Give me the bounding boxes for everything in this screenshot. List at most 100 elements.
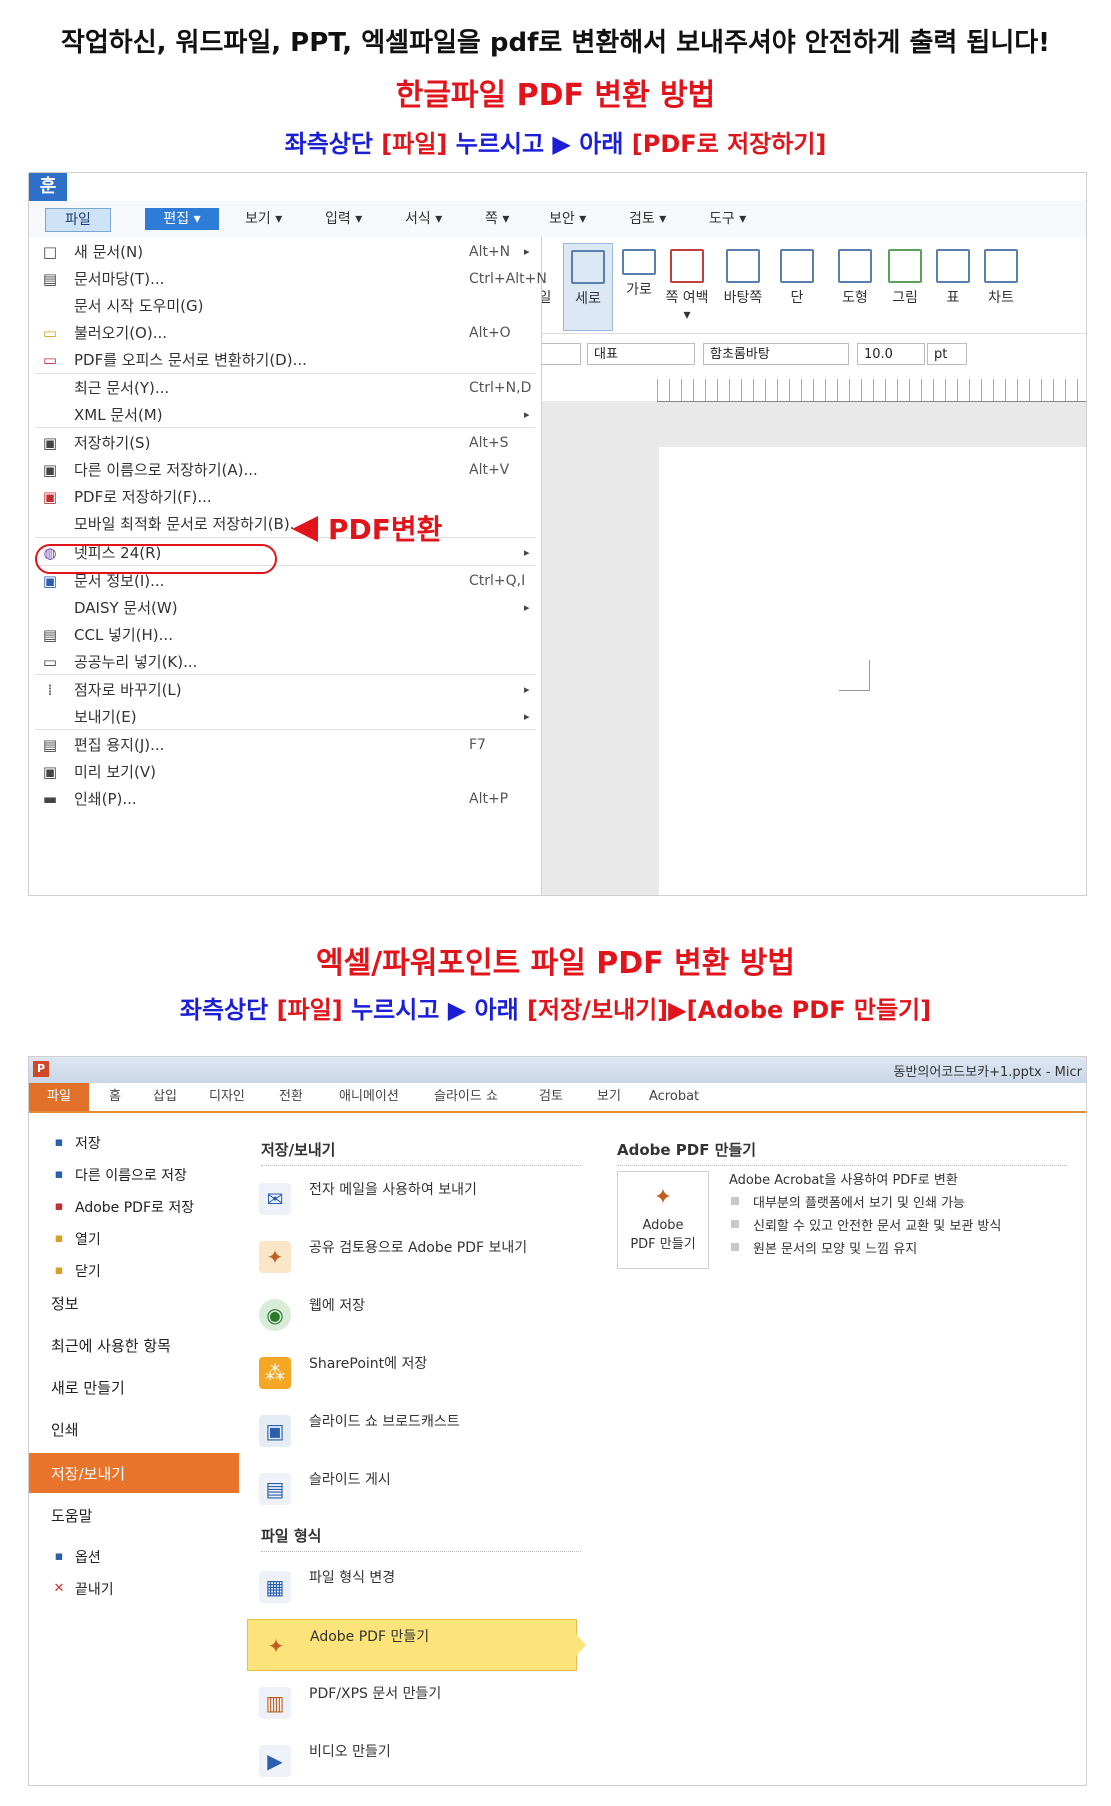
nav-open[interactable]: ▪ 열기 bbox=[29, 1229, 239, 1251]
menu-templates[interactable]: ▤ 문서마당(T)... Ctrl+Alt+N bbox=[29, 264, 547, 294]
change-type-icon: ▦ bbox=[259, 1571, 291, 1603]
ribbon-label: 단 bbox=[790, 290, 804, 306]
option-save-web[interactable]: ◉ 웹에 저장 bbox=[247, 1289, 577, 1341]
menu-pdf-to-office[interactable]: ▭ PDF를 오피스 문서로 변환하기(D)... bbox=[29, 345, 541, 375]
adobe-pdf-description: Adobe Acrobat을 사용하여 PDF로 변환 대부분의 플랫폼에서 보… bbox=[729, 1169, 1079, 1257]
menu-kogl[interactable]: ▭ 공공누리 넣기(K)... bbox=[29, 647, 541, 677]
hwp-menu-format[interactable]: 서식 ▾ bbox=[405, 208, 442, 230]
option-send-adobe-review[interactable]: ✦ 공유 검토용으로 Adobe PDF 보내기 bbox=[247, 1231, 577, 1283]
menu-label: 점자로 바꾸기(L) bbox=[74, 681, 182, 699]
ppt-screenshot: P 동반의어코드보카+1.pptx - Micr 파일 홈 삽입 디자인 전환 … bbox=[28, 1056, 1087, 1786]
ribbon-column-button[interactable]: 단 bbox=[773, 243, 821, 329]
ribbon-shape-button[interactable]: 도형 bbox=[831, 243, 879, 329]
menu-label: CCL 넣기(H)... bbox=[74, 626, 173, 644]
ribbon-table-button[interactable]: 표 bbox=[929, 243, 977, 329]
ribbon-landscape-button[interactable]: 가로 bbox=[615, 243, 663, 329]
hwp-menu-edit[interactable]: 편집 ▾ bbox=[145, 208, 219, 230]
ppt-tab-acrobat[interactable]: Acrobat bbox=[649, 1083, 699, 1111]
section-divider bbox=[617, 1165, 1067, 1167]
ribbon-portrait-button[interactable]: 세로 bbox=[563, 243, 613, 331]
nav-recent[interactable]: 최근에 사용한 항목 bbox=[29, 1335, 239, 1363]
menu-save[interactable]: ▣ 저장하기(S) Alt+S bbox=[29, 428, 541, 458]
sharepoint-icon: ⁂ bbox=[259, 1357, 291, 1389]
menu-braille[interactable]: ⁞ 점자로 바꾸기(L) ▸ bbox=[29, 675, 541, 705]
partial-combo[interactable] bbox=[541, 343, 581, 365]
menu-save-as-pdf[interactable]: ▣ PDF로 저장하기(F)... bbox=[29, 482, 541, 512]
nav-new[interactable]: 새로 만들기 bbox=[29, 1377, 239, 1405]
menu-page-setup[interactable]: ▤ 편집 용지(J)... F7 bbox=[29, 730, 541, 760]
nav-close[interactable]: ▪ 닫기 bbox=[29, 1261, 239, 1283]
hwp-menu-insert[interactable]: 입력 ▾ bbox=[325, 208, 362, 230]
menu-shortcut: Alt+N bbox=[469, 244, 511, 260]
nav-save-adobe-pdf[interactable]: ▪ Adobe PDF로 저장 bbox=[29, 1197, 239, 1219]
style-combo[interactable]: 대표 bbox=[587, 343, 695, 365]
ppt-tab-animations[interactable]: 애니메이션 bbox=[339, 1083, 399, 1111]
menu-export[interactable]: 보내기(E) ▸ bbox=[29, 702, 541, 732]
hwp-menu-security[interactable]: 보안 ▾ bbox=[549, 208, 586, 230]
option-publish-slides[interactable]: ▤ 슬라이드 게시 bbox=[247, 1463, 577, 1515]
option-broadcast[interactable]: ▣ 슬라이드 쇼 브로드캐스트 bbox=[247, 1405, 577, 1457]
menu-daisy[interactable]: DAISY 문서(W) ▸ bbox=[29, 593, 541, 623]
nav-label: 옵션 bbox=[75, 1550, 101, 1566]
ppt-tab-transitions[interactable]: 전환 bbox=[279, 1083, 303, 1111]
submenu-arrow-icon: ▸ bbox=[524, 245, 530, 258]
masterpage-icon bbox=[726, 249, 760, 283]
ppt-tab-home[interactable]: 홈 bbox=[109, 1083, 121, 1111]
ppt-tab-slideshow[interactable]: 슬라이드 쇼 bbox=[434, 1083, 498, 1111]
menu-new-document[interactable]: □ 새 문서(N) Alt+N ▸ bbox=[29, 237, 541, 267]
option-create-adobe-pdf[interactable]: ✦ Adobe PDF 만들기 bbox=[247, 1619, 586, 1671]
ppt-tab-insert[interactable]: 삽입 bbox=[153, 1083, 177, 1111]
submenu-arrow-icon: ▸ bbox=[524, 683, 530, 696]
button-label-line2: PDF 만들기 bbox=[630, 1237, 696, 1252]
nav-save-as[interactable]: ▪ 다른 이름으로 저장 bbox=[29, 1165, 239, 1187]
option-send-email[interactable]: ✉ 전자 메일을 사용하여 보내기 bbox=[247, 1173, 577, 1225]
hwp-menu-file[interactable]: 파일 bbox=[45, 208, 111, 232]
menu-shortcut: Alt+V bbox=[469, 462, 510, 478]
option-label: 슬라이드 쇼 브로드캐스트 bbox=[309, 1414, 460, 1430]
nav-exit[interactable]: ✕ 끝내기 bbox=[29, 1579, 239, 1601]
nav-info[interactable]: 정보 bbox=[29, 1293, 239, 1321]
option-change-file-type[interactable]: ▦ 파일 형식 변경 bbox=[247, 1561, 577, 1613]
hwp-menu-tools[interactable]: 도구 ▾ bbox=[709, 208, 746, 230]
nav-print[interactable]: 인쇄 bbox=[29, 1419, 239, 1447]
menu-save-mobile[interactable]: 모바일 최적화 문서로 저장하기(B)... bbox=[29, 509, 541, 539]
video-icon: ▶ bbox=[259, 1745, 291, 1777]
option-create-video[interactable]: ▶ 비디오 만들기 bbox=[247, 1735, 577, 1785]
menu-start-wizard[interactable]: 문서 시작 도우미(G) bbox=[29, 291, 541, 321]
ppt-tab-review[interactable]: 검토 bbox=[539, 1083, 563, 1111]
option-create-pdf-xps[interactable]: ▥ PDF/XPS 문서 만들기 bbox=[247, 1677, 577, 1729]
hwp-menu-review[interactable]: 검토 ▾ bbox=[629, 208, 666, 230]
menu-label: 불러오기(O)... bbox=[74, 324, 168, 342]
pdf-convert-icon: ▭ bbox=[42, 351, 58, 369]
menu-recent[interactable]: 최근 문서(Y)... Ctrl+N,D bbox=[29, 373, 541, 403]
nav-help[interactable]: 도움말 bbox=[29, 1505, 239, 1533]
menu-save-as[interactable]: ▣ 다른 이름으로 저장하기(A)... Alt+V bbox=[29, 455, 541, 485]
ribbon-picture-button[interactable]: 그림 bbox=[881, 243, 929, 329]
menu-label: 모바일 최적화 문서로 저장하기(B)... bbox=[74, 515, 305, 533]
font-size-combo[interactable]: 10.0 bbox=[857, 343, 925, 365]
templates-icon: ▤ bbox=[42, 270, 58, 288]
menu-xml-document[interactable]: XML 문서(M) ▸ bbox=[29, 400, 541, 430]
nav-options[interactable]: ▪ 옵션 bbox=[29, 1547, 239, 1569]
menu-ccl[interactable]: ▤ CCL 넣기(H)... bbox=[29, 620, 541, 650]
font-combo[interactable]: 함초롬바탕 bbox=[703, 343, 849, 365]
ppt-tab-file[interactable]: 파일 bbox=[29, 1083, 89, 1111]
ribbon-chart-button[interactable]: 차트 bbox=[977, 243, 1025, 329]
option-save-sharepoint[interactable]: ⁂ SharePoint에 저장 bbox=[247, 1347, 577, 1399]
ppt-tab-view[interactable]: 보기 bbox=[597, 1083, 621, 1111]
create-adobe-pdf-button[interactable]: ✦ Adobe PDF 만들기 bbox=[617, 1171, 709, 1269]
ribbon-margin-button[interactable]: 쪽 여백▾ bbox=[663, 243, 711, 329]
hwp-page[interactable] bbox=[659, 447, 1086, 895]
nav-save-send[interactable]: 저장/보내기 bbox=[29, 1453, 249, 1493]
unit-combo[interactable]: pt bbox=[927, 343, 967, 365]
nav-save[interactable]: ▪ 저장 bbox=[29, 1133, 239, 1155]
menu-open[interactable]: ▭ 불러오기(O)... Alt+O bbox=[29, 318, 541, 348]
pdf-callout-label: PDF변환 bbox=[328, 513, 443, 546]
ppt-tab-design[interactable]: 디자인 bbox=[209, 1083, 245, 1111]
ribbon-masterpage-button[interactable]: 바탕쪽 bbox=[719, 243, 767, 329]
menu-print[interactable]: ▬ 인쇄(P)... Alt+P bbox=[29, 784, 541, 814]
hwp-menu-page[interactable]: 쪽 ▾ bbox=[485, 208, 509, 230]
hwp-menu-view[interactable]: 보기 ▾ bbox=[245, 208, 282, 230]
menu-preview[interactable]: ▣ 미리 보기(V) bbox=[29, 757, 541, 787]
ppt-instruction-target: [저장/보내기]▶[Adobe PDF 만들기] bbox=[527, 996, 932, 1024]
